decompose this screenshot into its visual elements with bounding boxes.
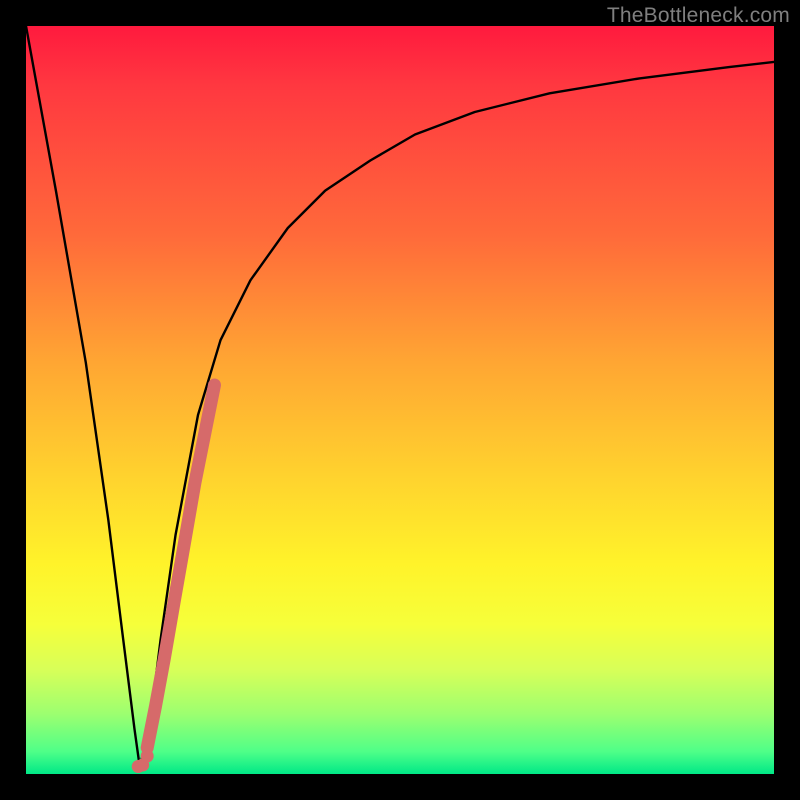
- watermark-text: TheBottleneck.com: [607, 4, 790, 28]
- highlighted-range: [147, 385, 214, 748]
- bottleneck-curve: [26, 26, 774, 767]
- chart-svg: [26, 26, 774, 774]
- plot-area: [26, 26, 774, 774]
- optimal-point-marker: [132, 750, 154, 774]
- chart-frame: TheBottleneck.com: [0, 0, 800, 800]
- optimal-point-dot: [141, 750, 154, 763]
